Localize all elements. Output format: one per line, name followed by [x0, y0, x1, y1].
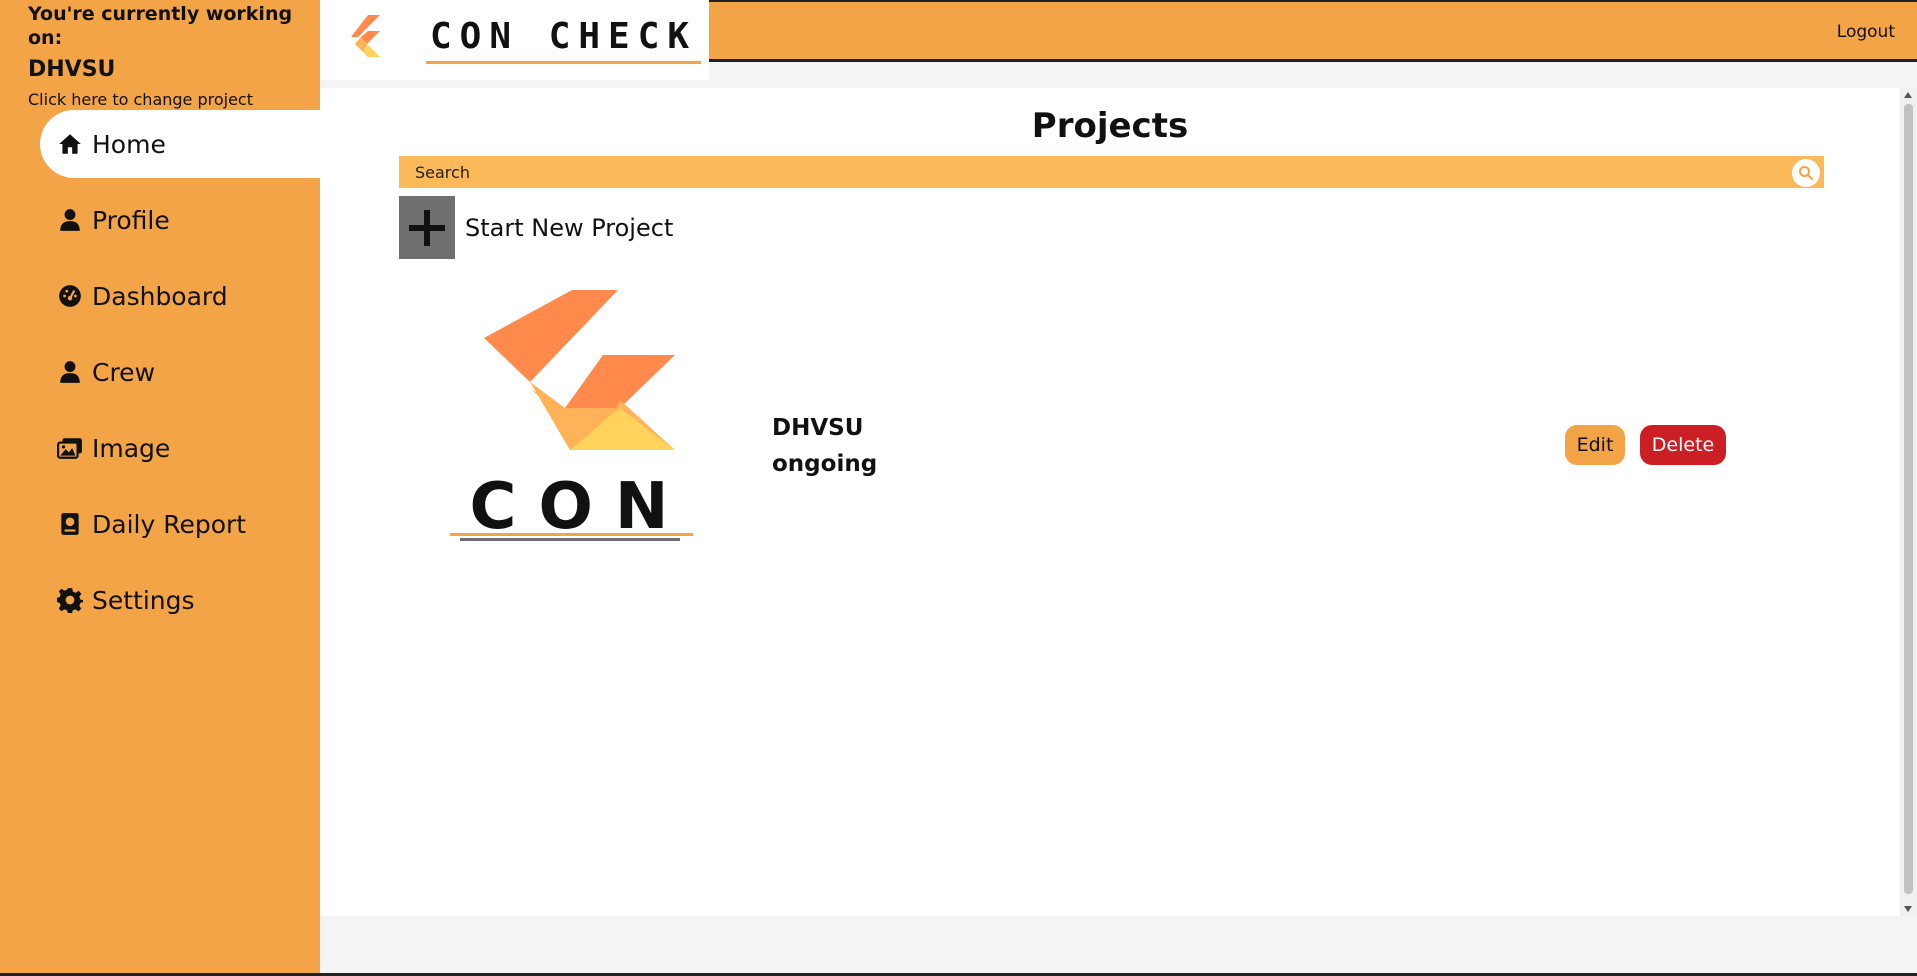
- sidebar-item-crew[interactable]: Crew: [40, 338, 320, 406]
- dashboard-icon: [56, 282, 84, 310]
- plus-icon: [399, 196, 455, 259]
- project-logo: CON: [450, 290, 693, 544]
- project-card: CON DHVSU ongoing Edit Delete: [420, 290, 1820, 610]
- edit-button[interactable]: Edit: [1565, 425, 1625, 465]
- home-icon: [56, 130, 84, 158]
- sidebar-item-home[interactable]: Home: [40, 110, 320, 178]
- start-new-project-button[interactable]: Start New Project: [399, 196, 673, 259]
- search-button[interactable]: [1792, 159, 1820, 187]
- sidebar-item-profile[interactable]: Profile: [40, 186, 320, 254]
- logout-link[interactable]: Logout: [1837, 22, 1895, 42]
- sidebar-item-label: Profile: [92, 205, 170, 235]
- sidebar-item-label: Crew: [92, 357, 156, 387]
- scroll-down-arrow-icon[interactable]: [1904, 906, 1912, 912]
- current-project-caption: You're currently working on:: [28, 3, 293, 49]
- project-status: ongoing: [772, 451, 878, 477]
- sidebar-item-label: Image: [92, 433, 171, 463]
- sidebar-item-label: Daily Report: [92, 509, 247, 539]
- user-icon: [56, 206, 84, 234]
- images-icon: [56, 434, 84, 462]
- search-bar: [399, 156, 1824, 188]
- gear-icon: [56, 586, 84, 614]
- search-input[interactable]: [399, 157, 1779, 187]
- sidebar-item-label: Dashboard: [92, 281, 228, 311]
- sidebar: You're currently working on: DHVSU Click…: [0, 0, 320, 976]
- logo-mark-icon: [351, 15, 380, 57]
- scrollbar-thumb[interactable]: [1904, 104, 1913, 894]
- user-icon: [56, 358, 84, 386]
- project-name: DHVSU: [772, 415, 864, 441]
- start-new-project-label: Start New Project: [465, 213, 674, 242]
- sidebar-item-label: Home: [92, 129, 166, 159]
- scrollbar[interactable]: [1900, 88, 1917, 916]
- logo-text: CON CHECK: [426, 16, 702, 64]
- project-details: DHVSU ongoing: [772, 410, 877, 482]
- book-icon: [56, 510, 84, 538]
- page-title: Projects: [1031, 106, 1189, 146]
- sidebar-item-daily-report[interactable]: Daily Report: [40, 490, 320, 558]
- change-project-link[interactable]: Click here to change project: [28, 90, 320, 110]
- current-project-name: DHVSU: [28, 57, 116, 82]
- search-icon: [1799, 166, 1814, 181]
- svg-text:CON: CON: [470, 470, 691, 544]
- scroll-up-arrow-icon[interactable]: [1904, 92, 1912, 98]
- sidebar-item-label: Settings: [92, 585, 195, 615]
- sidebar-item-image[interactable]: Image: [40, 414, 320, 482]
- main-content: Projects Start New Project CON DHVSU ong…: [320, 88, 1900, 916]
- app-logo: CON CHECK: [320, 0, 709, 80]
- current-project-info: You're currently working on: DHVSU Click…: [28, 2, 320, 110]
- sidebar-item-settings[interactable]: Settings: [40, 566, 320, 634]
- sidebar-item-dashboard[interactable]: Dashboard: [40, 262, 320, 330]
- delete-button[interactable]: Delete: [1640, 425, 1726, 465]
- sidebar-nav: Home Profile Dashboard Crew Image Daily …: [40, 110, 320, 642]
